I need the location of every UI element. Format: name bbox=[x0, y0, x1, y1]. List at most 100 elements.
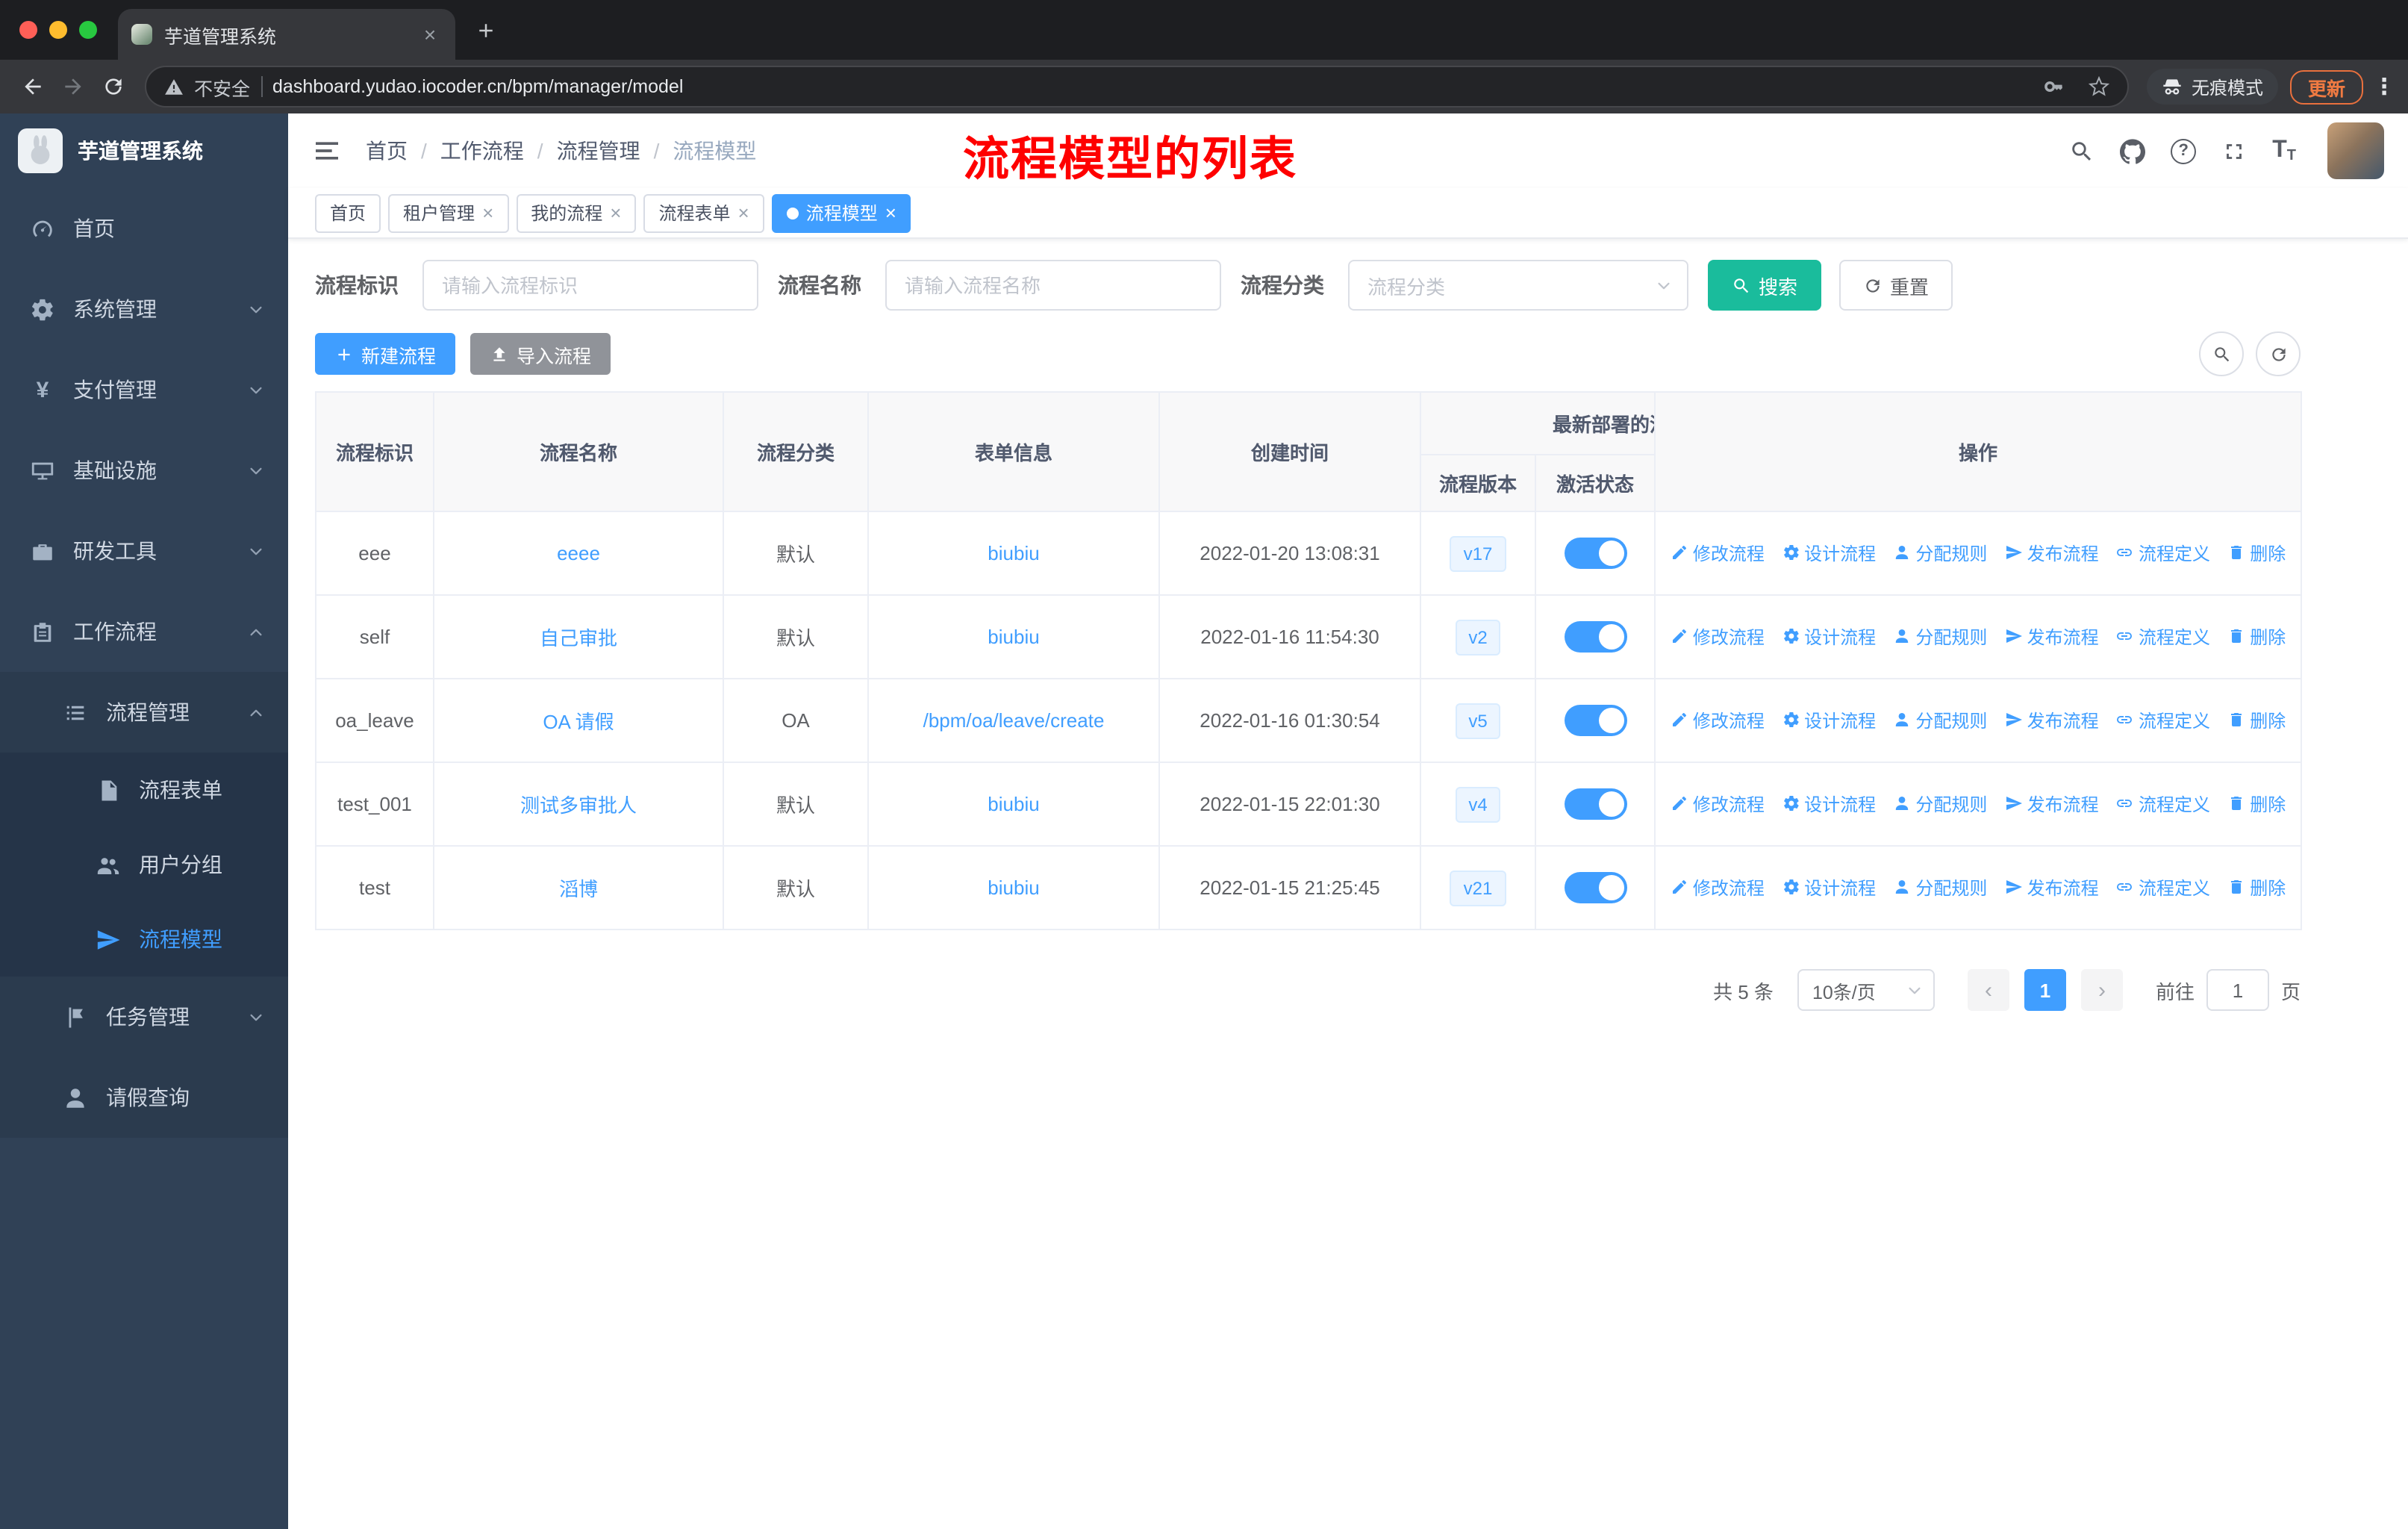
process-category-select[interactable]: 流程分类 bbox=[1348, 260, 1688, 311]
action-design-process-link[interactable]: 设计流程 bbox=[1782, 791, 1876, 817]
fullscreen-icon[interactable] bbox=[2221, 138, 2247, 164]
tag-my-process[interactable]: 我的流程 × bbox=[516, 193, 637, 232]
tag-process-form[interactable]: 流程表单 × bbox=[643, 193, 764, 232]
action-design-process-link[interactable]: 设计流程 bbox=[1782, 541, 1876, 566]
action-modify-process-link[interactable]: 修改流程 bbox=[1671, 624, 1765, 650]
process-name-link[interactable]: eeee bbox=[557, 542, 600, 564]
window-minimize-button[interactable] bbox=[49, 21, 67, 39]
sidebar-item-user-group[interactable]: 用户分组 bbox=[0, 827, 288, 902]
page-size-select[interactable]: 10条/页 bbox=[1797, 969, 1935, 1011]
breadcrumb-home[interactable]: 首页 bbox=[366, 136, 408, 166]
action-modify-process-link[interactable]: 修改流程 bbox=[1671, 791, 1765, 817]
user-avatar[interactable] bbox=[2327, 122, 2384, 179]
tag-tenant-management[interactable]: 租户管理 × bbox=[388, 193, 509, 232]
form-info-link[interactable]: /bpm/oa/leave/create bbox=[923, 709, 1105, 732]
bookmark-star-icon[interactable] bbox=[2089, 76, 2109, 97]
action-modify-process-link[interactable]: 修改流程 bbox=[1671, 541, 1765, 566]
action-publish-process-link[interactable]: 发布流程 bbox=[2005, 708, 2099, 733]
action-process-definition-link[interactable]: 流程定义 bbox=[2116, 541, 2210, 566]
action-assign-rule-link[interactable]: 分配规则 bbox=[1893, 708, 1987, 733]
sidebar-item-workflow[interactable]: 工作流程 bbox=[0, 591, 288, 672]
create-process-button[interactable]: 新建流程 bbox=[315, 333, 456, 375]
form-info-link[interactable]: biubiu bbox=[988, 542, 1039, 564]
back-button[interactable] bbox=[12, 66, 52, 107]
action-process-definition-link[interactable]: 流程定义 bbox=[2116, 875, 2210, 900]
process-name-input[interactable] bbox=[885, 260, 1221, 311]
action-design-process-link[interactable]: 设计流程 bbox=[1782, 708, 1876, 733]
close-icon[interactable]: × bbox=[738, 203, 749, 222]
tag-process-model[interactable]: 流程模型 × bbox=[771, 193, 911, 232]
github-icon[interactable] bbox=[2120, 138, 2145, 164]
forward-button[interactable] bbox=[52, 66, 93, 107]
window-maximize-button[interactable] bbox=[79, 21, 97, 39]
reset-button[interactable]: 重置 bbox=[1839, 260, 1953, 311]
font-size-icon[interactable]: TT bbox=[2272, 137, 2296, 164]
action-delete-link[interactable]: 删除 bbox=[2227, 875, 2286, 900]
sidebar-item-process-form[interactable]: 流程表单 bbox=[0, 753, 288, 827]
form-info-link[interactable]: biubiu bbox=[988, 876, 1039, 899]
active-toggle[interactable] bbox=[1564, 872, 1626, 903]
action-design-process-link[interactable]: 设计流程 bbox=[1782, 875, 1876, 900]
action-publish-process-link[interactable]: 发布流程 bbox=[2005, 791, 2099, 817]
action-assign-rule-link[interactable]: 分配规则 bbox=[1893, 624, 1987, 650]
action-delete-link[interactable]: 删除 bbox=[2227, 708, 2286, 733]
sidebar-item-leave-query[interactable]: 请假查询 bbox=[0, 1057, 288, 1138]
action-modify-process-link[interactable]: 修改流程 bbox=[1671, 875, 1765, 900]
refresh-table-button[interactable] bbox=[2256, 331, 2301, 376]
page-number-button[interactable]: 1 bbox=[2024, 969, 2066, 1011]
address-bar[interactable]: 不安全 dashboard.yudao.iocoder.cn/bpm/manag… bbox=[145, 66, 2129, 108]
action-process-definition-link[interactable]: 流程定义 bbox=[2116, 708, 2210, 733]
sidebar-item-task-management[interactable]: 任务管理 bbox=[0, 977, 288, 1057]
sidebar-item-home[interactable]: 首页 bbox=[0, 188, 288, 269]
sidebar-item-process-management[interactable]: 流程管理 bbox=[0, 672, 288, 753]
browser-tab[interactable]: 芋道管理系统 × bbox=[118, 9, 455, 60]
action-modify-process-link[interactable]: 修改流程 bbox=[1671, 708, 1765, 733]
active-toggle[interactable] bbox=[1564, 788, 1626, 820]
show-search-toggle-button[interactable] bbox=[2199, 331, 2244, 376]
breadcrumb-process-management[interactable]: 流程管理 bbox=[557, 136, 640, 166]
close-icon[interactable]: × bbox=[610, 203, 621, 222]
action-process-definition-link[interactable]: 流程定义 bbox=[2116, 791, 2210, 817]
reload-button[interactable] bbox=[93, 66, 133, 107]
sidebar-collapse-icon[interactable] bbox=[312, 136, 342, 166]
action-delete-link[interactable]: 删除 bbox=[2227, 541, 2286, 566]
action-delete-link[interactable]: 删除 bbox=[2227, 791, 2286, 817]
process-name-link[interactable]: 滔博 bbox=[559, 878, 598, 900]
sidebar-item-system[interactable]: 系统管理 bbox=[0, 269, 288, 349]
window-close-button[interactable] bbox=[19, 21, 37, 39]
active-toggle[interactable] bbox=[1564, 705, 1626, 736]
action-delete-link[interactable]: 删除 bbox=[2227, 624, 2286, 650]
action-process-definition-link[interactable]: 流程定义 bbox=[2116, 624, 2210, 650]
form-info-link[interactable]: biubiu bbox=[988, 793, 1039, 815]
action-design-process-link[interactable]: 设计流程 bbox=[1782, 624, 1876, 650]
close-icon[interactable]: × bbox=[482, 203, 493, 222]
process-key-input[interactable] bbox=[422, 260, 758, 311]
active-toggle[interactable] bbox=[1564, 621, 1626, 653]
process-name-link[interactable]: 测试多审批人 bbox=[520, 794, 637, 817]
import-process-button[interactable]: 导入流程 bbox=[470, 333, 611, 375]
breadcrumb-workflow[interactable]: 工作流程 bbox=[440, 136, 524, 166]
prev-page-button[interactable]: ‹ bbox=[1967, 969, 2009, 1011]
sidebar-item-process-model[interactable]: 流程模型 bbox=[0, 902, 288, 977]
new-tab-button[interactable] bbox=[464, 9, 506, 51]
password-key-icon[interactable] bbox=[2044, 76, 2065, 97]
process-name-link[interactable]: 自己审批 bbox=[540, 627, 617, 650]
active-toggle[interactable] bbox=[1564, 538, 1626, 569]
goto-page-input[interactable] bbox=[2206, 969, 2269, 1011]
action-assign-rule-link[interactable]: 分配规则 bbox=[1893, 875, 1987, 900]
search-button[interactable]: 搜索 bbox=[1708, 260, 1822, 311]
tab-close-icon[interactable]: × bbox=[418, 22, 442, 46]
tag-home[interactable]: 首页 bbox=[315, 193, 381, 232]
sidebar-item-payment[interactable]: ¥ 支付管理 bbox=[0, 349, 288, 430]
action-publish-process-link[interactable]: 发布流程 bbox=[2005, 875, 2099, 900]
process-name-link[interactable]: OA 请假 bbox=[543, 711, 614, 733]
action-publish-process-link[interactable]: 发布流程 bbox=[2005, 624, 2099, 650]
browser-menu-icon[interactable]: ⋮ bbox=[2372, 73, 2396, 100]
browser-update-button[interactable]: 更新 bbox=[2289, 69, 2363, 104]
action-assign-rule-link[interactable]: 分配规则 bbox=[1893, 791, 1987, 817]
search-icon[interactable] bbox=[2069, 138, 2094, 164]
sidebar-item-devtools[interactable]: 研发工具 bbox=[0, 511, 288, 591]
help-icon[interactable]: ? bbox=[2171, 138, 2197, 164]
sidebar-item-infra[interactable]: 基础设施 bbox=[0, 430, 288, 511]
close-icon[interactable]: × bbox=[885, 203, 896, 222]
